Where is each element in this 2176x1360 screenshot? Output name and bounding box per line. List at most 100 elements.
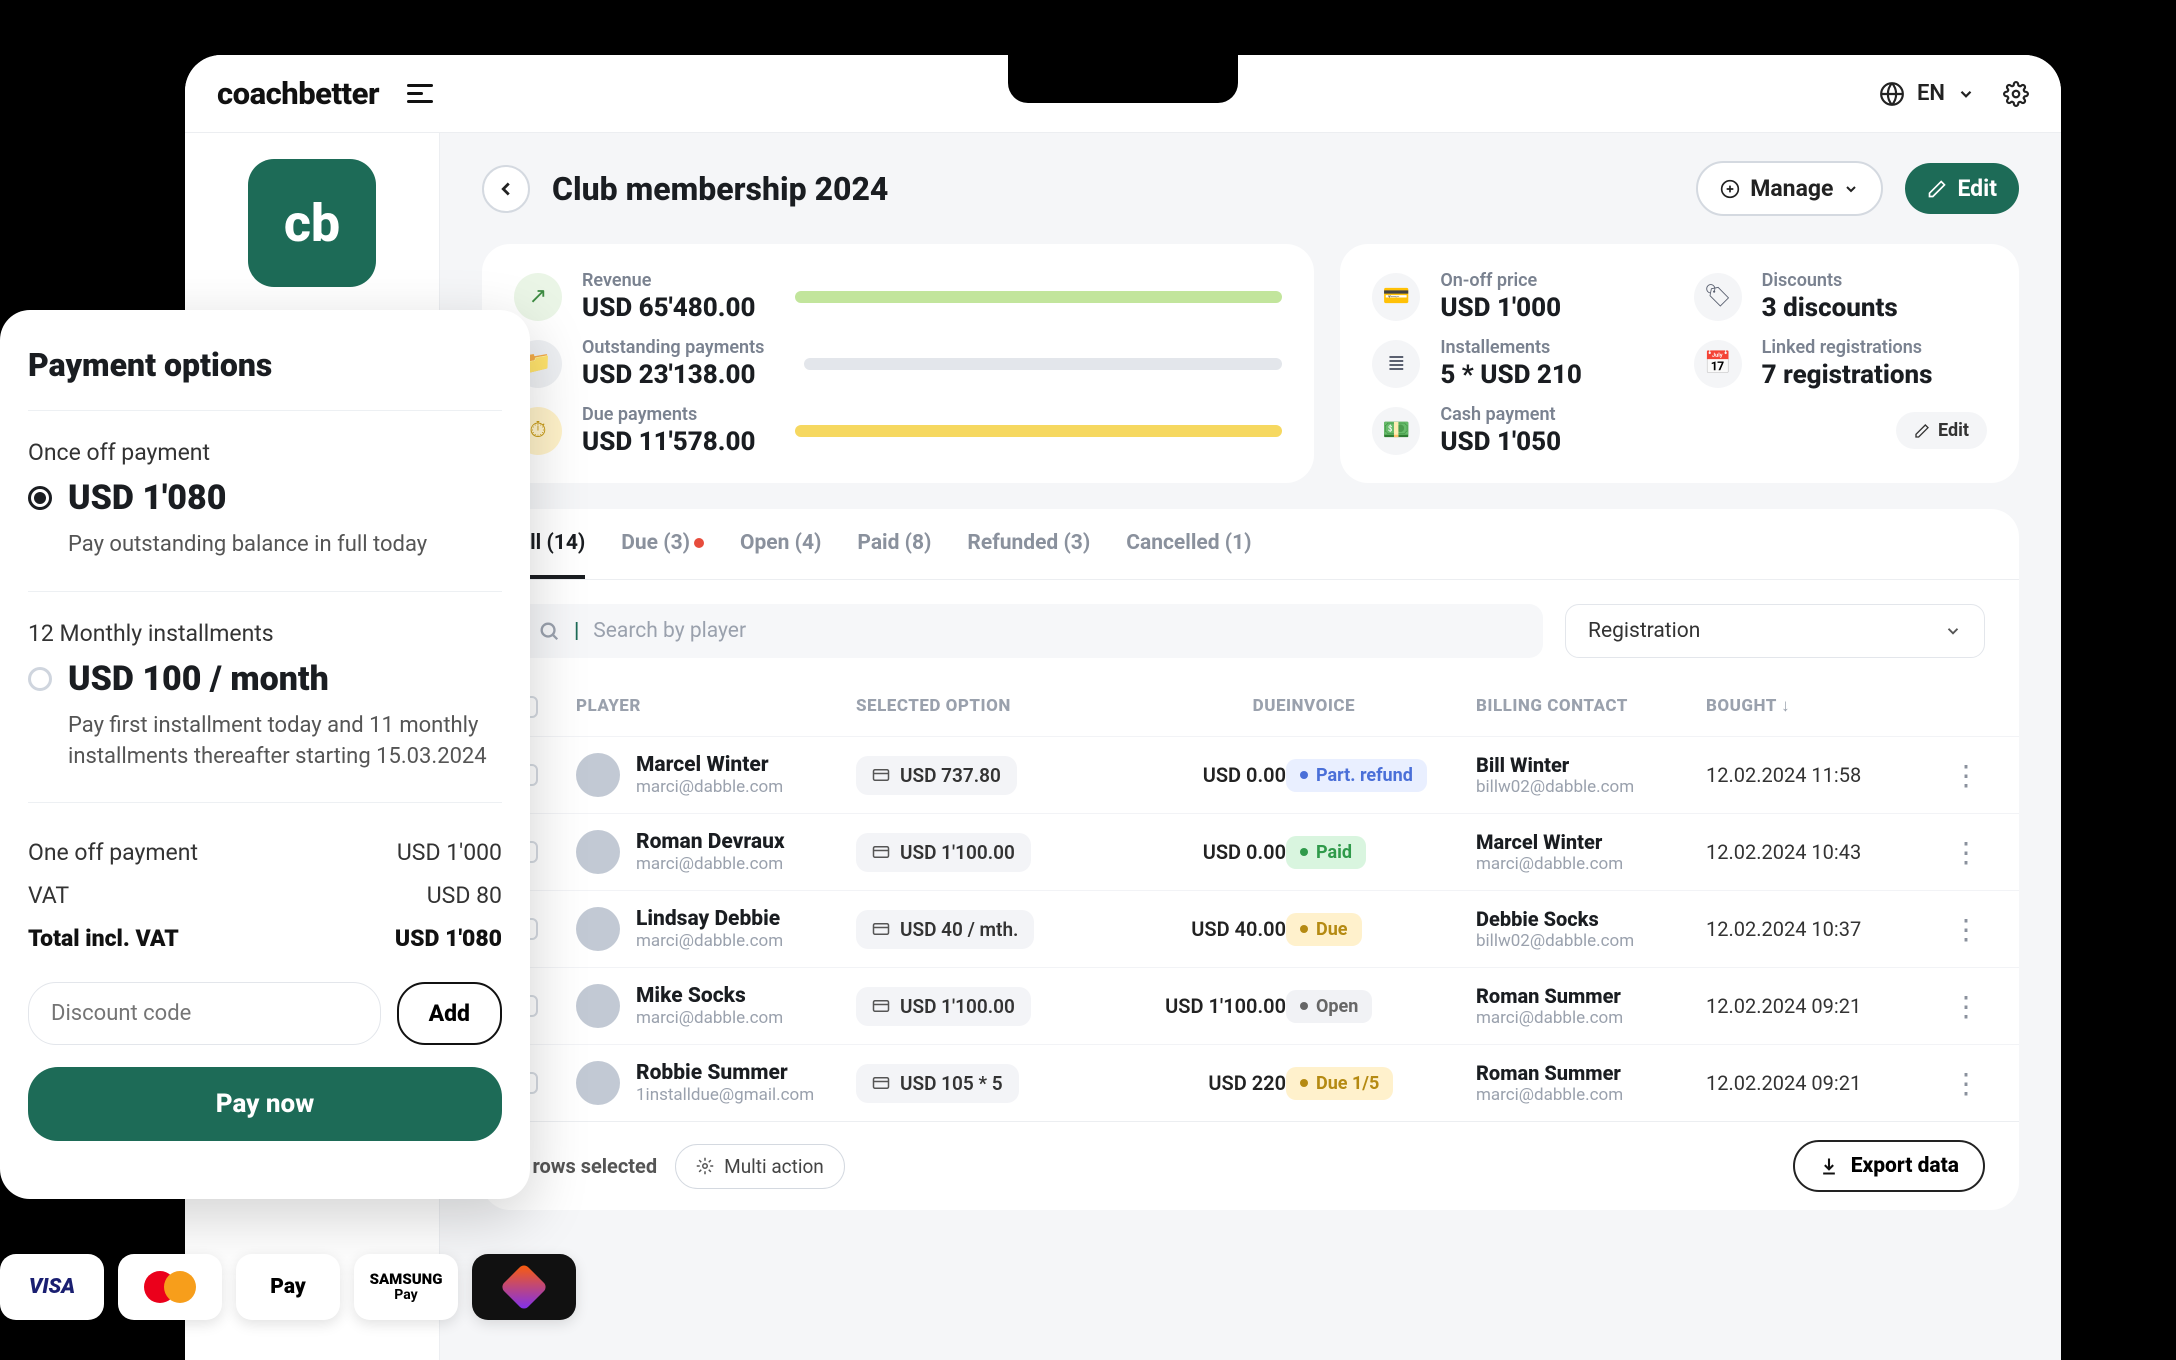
revenue-label: Revenue xyxy=(582,270,755,291)
col-selected-option[interactable]: SELECTED OPTION xyxy=(856,696,1096,718)
billing-contact-name: Roman Summer xyxy=(1476,984,1706,1008)
back-button[interactable] xyxy=(482,165,530,213)
tab-refunded[interactable]: Refunded (3) xyxy=(967,531,1090,579)
chevron-down-icon xyxy=(1957,85,1975,103)
radio-unselected-icon[interactable] xyxy=(28,667,52,691)
payment-method-badges: VISA Pay SAMSUNGPay xyxy=(0,1254,576,1320)
tab-due[interactable]: Due (3) xyxy=(621,531,704,579)
invoice-badge: Part. refund xyxy=(1286,759,1427,792)
bought-timestamp: 12.02.2024 09:21 xyxy=(1706,994,1936,1018)
settings-gear-icon[interactable] xyxy=(2003,81,2029,107)
search-input[interactable]: | Search by player xyxy=(516,604,1543,658)
brand-logo: coachbetter xyxy=(217,75,379,112)
billing-contact-email: billw02@dabble.com xyxy=(1476,931,1706,951)
main-content: Club membership 2024 Manage Edit ↗ Re xyxy=(440,133,2061,1360)
row-menu-icon[interactable]: ⋮ xyxy=(1936,1067,1996,1100)
table-row[interactable]: Marcel Wintermarci@dabble.com USD 737.80… xyxy=(482,736,2019,813)
table-row[interactable]: Lindsay Debbiemarci@dabble.com USD 40 / … xyxy=(482,890,2019,967)
billing-contact-email: marci@dabble.com xyxy=(1476,1008,1706,1028)
avatar xyxy=(576,753,620,797)
revenue-value: USD 65'480.00 xyxy=(582,293,755,323)
mastercard-icon xyxy=(144,1271,196,1303)
club-logo[interactable]: cb xyxy=(248,159,376,287)
outstanding-label: Outstanding payments xyxy=(582,337,764,358)
tab-open[interactable]: Open (4) xyxy=(740,531,821,579)
due-value: USD 11'578.00 xyxy=(582,427,755,457)
globe-icon xyxy=(1879,81,1905,107)
revenue-bar xyxy=(795,291,1282,303)
edit-price-button[interactable]: Edit xyxy=(1896,412,1987,449)
billing-contact-name: Marcel Winter xyxy=(1476,830,1706,854)
col-billing-contact[interactable]: BILLING CONTACT xyxy=(1476,696,1706,718)
installments-option[interactable]: 12 Monthly installments USD 100 / month … xyxy=(28,591,502,803)
table-row[interactable]: Robbie Summer1installdue@gmail.com USD 1… xyxy=(482,1044,2019,1121)
selected-option-chip: USD 737.80 xyxy=(856,756,1017,795)
tab-paid[interactable]: Paid (8) xyxy=(857,531,931,579)
tag-icon: 🏷 xyxy=(1694,273,1742,321)
row-menu-icon[interactable]: ⋮ xyxy=(1936,913,1996,946)
invoice-badge: Due xyxy=(1286,913,1362,946)
export-button[interactable]: Export data xyxy=(1793,1140,1985,1192)
card-icon xyxy=(872,766,890,784)
card-icon xyxy=(872,920,890,938)
add-discount-button[interactable]: Add xyxy=(397,982,502,1045)
pencil-icon xyxy=(1927,179,1947,199)
edit-button[interactable]: Edit xyxy=(1905,163,2019,214)
trend-up-icon: ↗ xyxy=(514,273,562,321)
samsungpay-badge: SAMSUNGPay xyxy=(354,1254,458,1320)
selected-option-chip: USD 1'100.00 xyxy=(856,833,1031,872)
billing-contact-name: Debbie Socks xyxy=(1476,907,1706,931)
col-player[interactable]: PLAYER xyxy=(576,696,856,718)
once-off-option[interactable]: Once off payment USD 1'080 Pay outstandi… xyxy=(28,410,502,591)
table-body: Marcel Winter marci@dabble.com USD 737.80… xyxy=(482,736,2019,1121)
pay-now-button[interactable]: Pay now xyxy=(28,1067,502,1141)
cash-icon: 💵 xyxy=(1372,407,1420,455)
manage-button[interactable]: Manage xyxy=(1696,161,1883,216)
table-footer: 0 rows selected Multi action Export data xyxy=(482,1121,2019,1210)
mastercard-badge xyxy=(118,1254,222,1320)
player-email: 1installdue@gmail.com xyxy=(636,1085,814,1105)
bought-timestamp: 12.02.2024 10:43 xyxy=(1706,840,1936,864)
selected-option-chip: USD 1'100.00 xyxy=(856,987,1031,1026)
row-menu-icon[interactable]: ⋮ xyxy=(1936,836,1996,869)
avatar xyxy=(576,830,620,874)
payment-options-title: Payment options xyxy=(28,346,502,384)
registrations-table: All (14) Due (3) Open (4) Paid (8) Refun… xyxy=(482,509,2019,1210)
stats-card-revenue: ↗ Revenue USD 65'480.00 📁 Outstanding pa… xyxy=(482,244,1314,483)
discount-code-input[interactable] xyxy=(28,982,381,1045)
menu-toggle-icon[interactable] xyxy=(407,84,433,103)
table-row[interactable]: Mike Socksmarci@dabble.com USD 1'100.00 … xyxy=(482,967,2019,1044)
row-menu-icon[interactable]: ⋮ xyxy=(1936,759,1996,792)
bought-timestamp: 12.02.2024 11:58 xyxy=(1706,763,1936,787)
billing-contact-email: marci@dabble.com xyxy=(1476,1085,1706,1105)
col-bought[interactable]: BOUGHT ↓ xyxy=(1706,696,1936,718)
page-title: Club membership 2024 xyxy=(552,170,1674,208)
radio-selected-icon[interactable] xyxy=(28,486,52,510)
player-name: Mike Socks xyxy=(636,984,783,1008)
bought-timestamp: 12.02.2024 09:21 xyxy=(1706,1071,1936,1095)
card-icon xyxy=(872,997,890,1015)
row-menu-icon[interactable]: ⋮ xyxy=(1936,990,1996,1023)
manage-icon xyxy=(1720,179,1740,199)
player-email: marci@dabble.com xyxy=(636,854,785,874)
stats-card-price: 💳 On-off priceUSD 1'000 🏷 Discounts3 dis… xyxy=(1340,244,2019,483)
gear-icon xyxy=(696,1157,714,1175)
invoice-badge: Open xyxy=(1286,990,1372,1023)
language-selector[interactable]: EN xyxy=(1879,81,1975,107)
multi-action-button[interactable]: Multi action xyxy=(675,1144,845,1189)
table-row[interactable]: Roman Devrauxmarci@dabble.com USD 1'100.… xyxy=(482,813,2019,890)
calendar-icon: 📅 xyxy=(1694,340,1742,388)
rows-selected-label: 0 rows selected xyxy=(516,1154,657,1178)
status-tabs: All (14) Due (3) Open (4) Paid (8) Refun… xyxy=(482,509,2019,580)
filter-dropdown[interactable]: Registration xyxy=(1565,604,1985,658)
bought-timestamp: 12.02.2024 10:37 xyxy=(1706,917,1936,941)
billing-contact-name: Bill Winter xyxy=(1476,753,1706,777)
tab-cancelled[interactable]: Cancelled (1) xyxy=(1126,531,1251,579)
language-code: EN xyxy=(1917,81,1945,106)
col-due[interactable]: DUE xyxy=(1096,696,1286,718)
sort-desc-icon: ↓ xyxy=(1781,696,1790,716)
due-bar xyxy=(795,425,1282,437)
col-invoice[interactable]: INVOICE xyxy=(1286,696,1476,718)
selected-option-chip: USD 40 / mth. xyxy=(856,910,1034,949)
pencil-icon xyxy=(1914,423,1930,439)
